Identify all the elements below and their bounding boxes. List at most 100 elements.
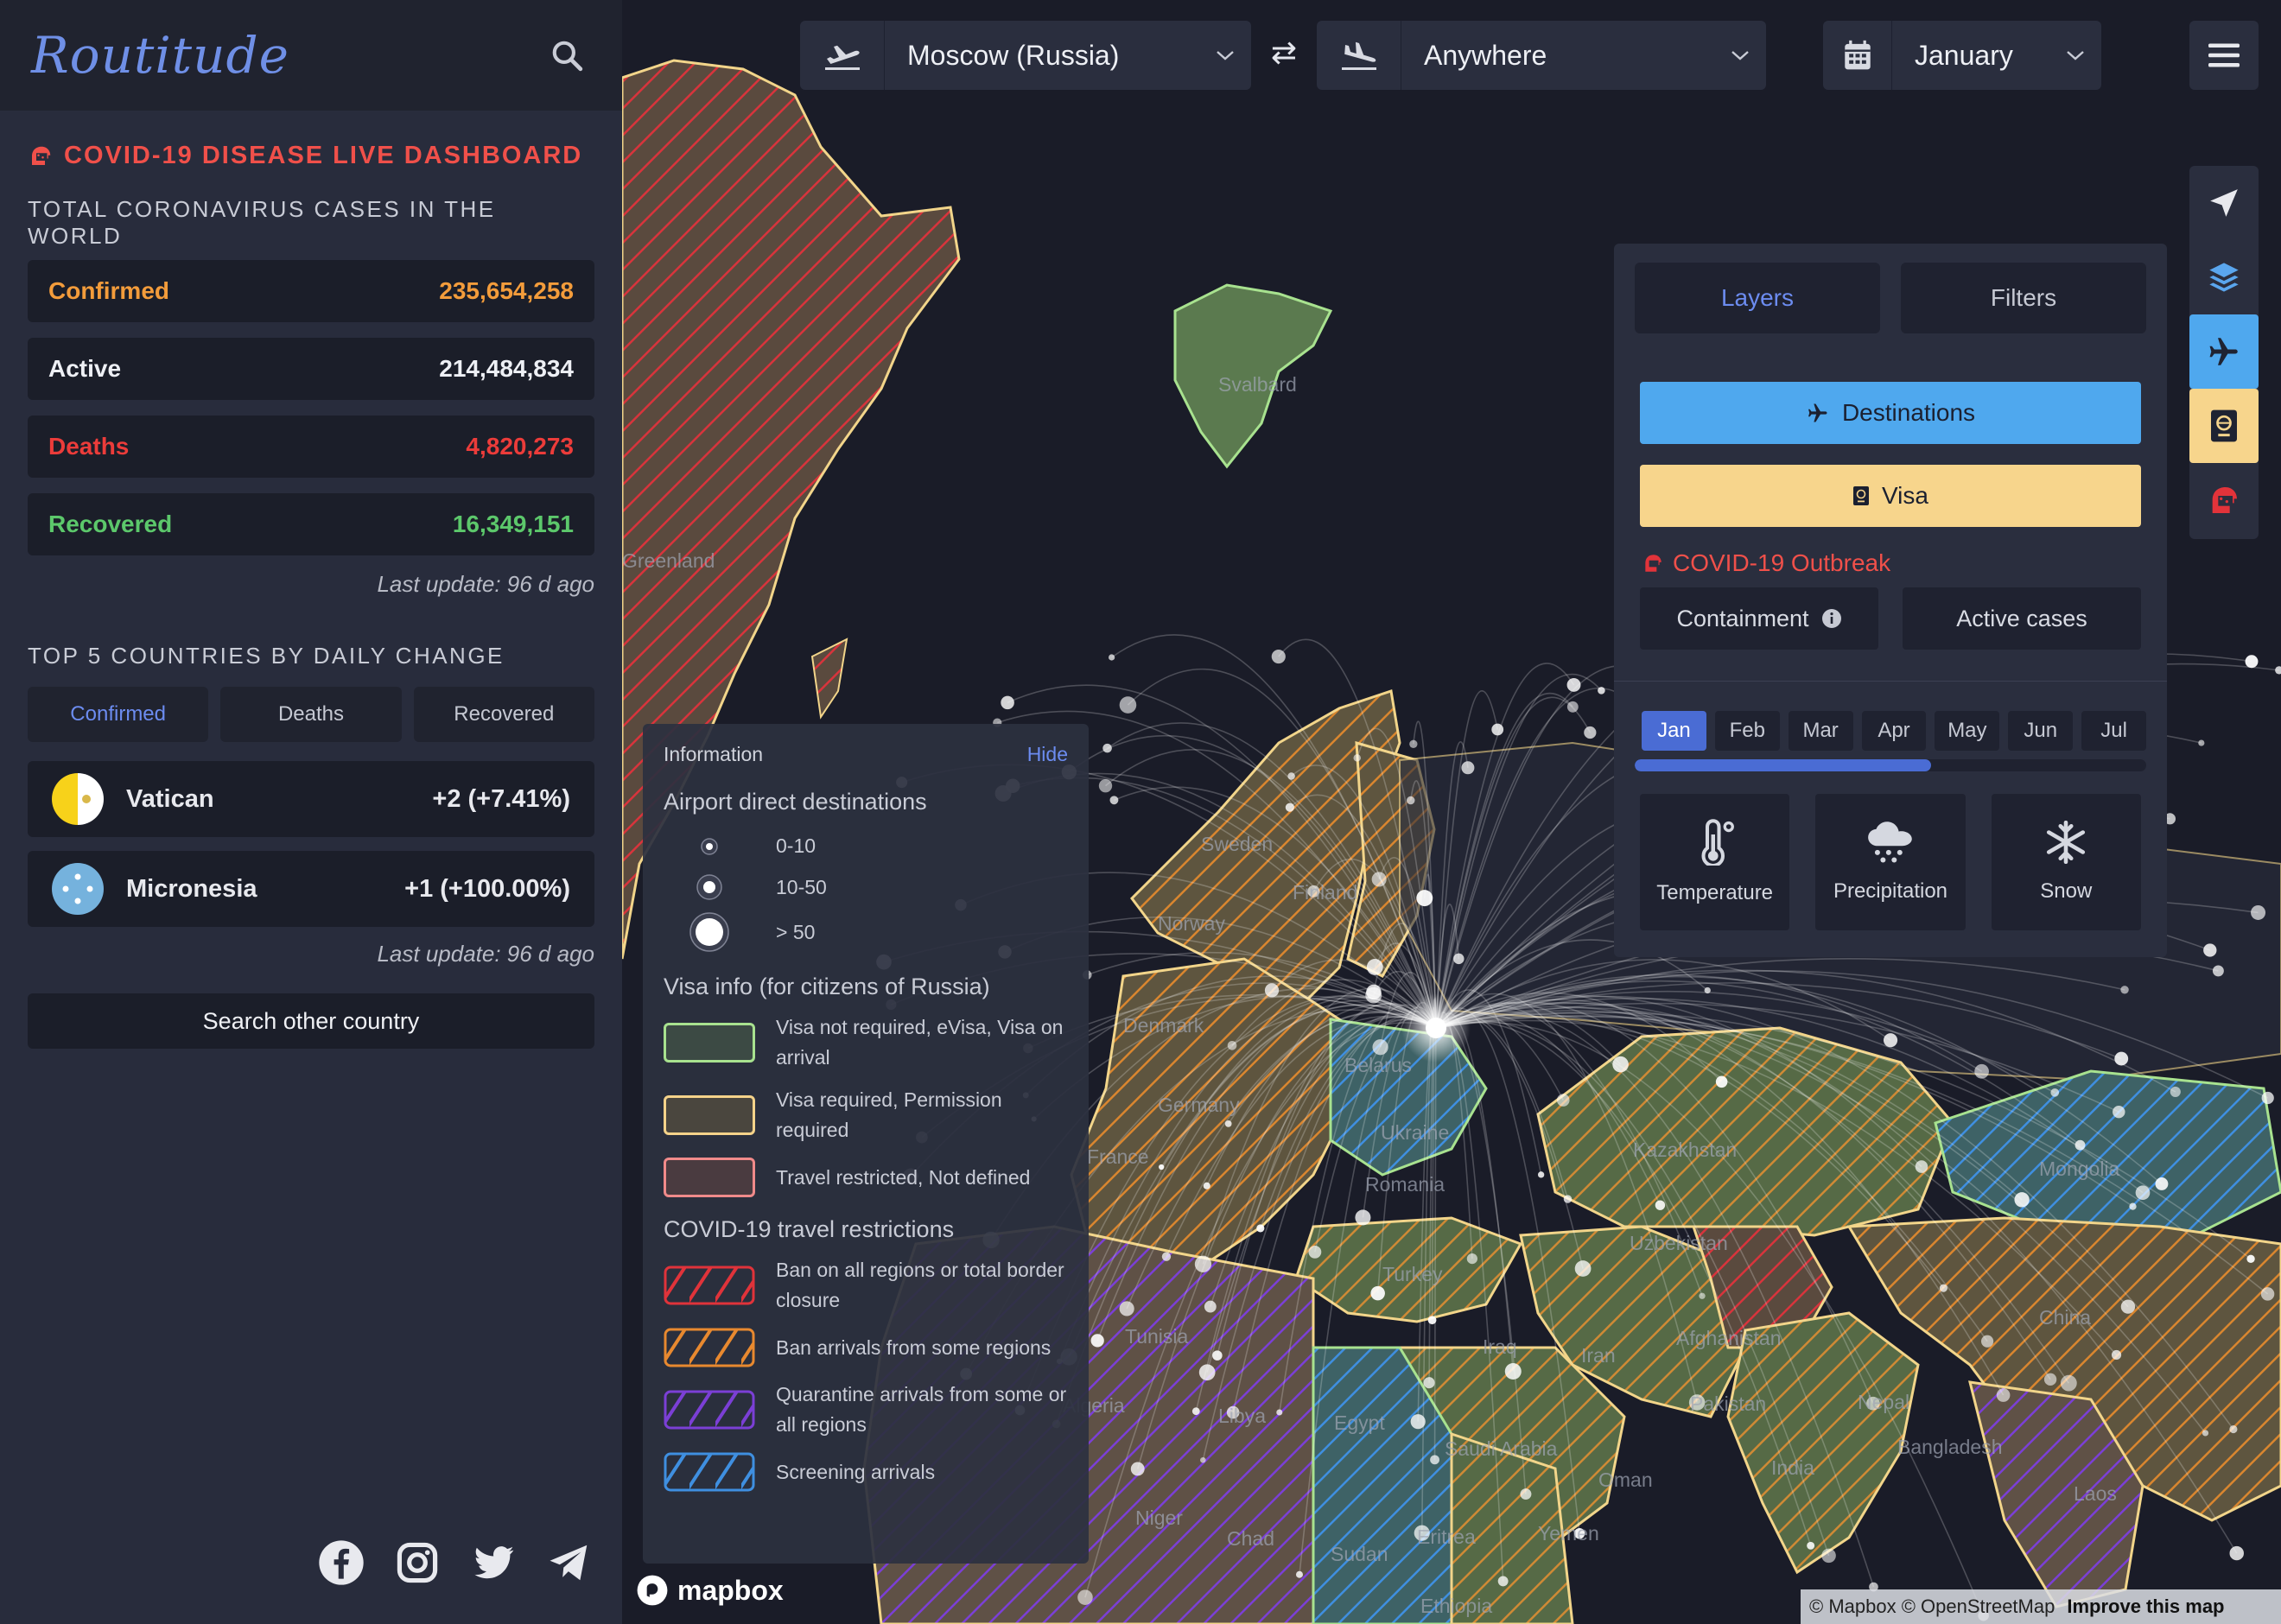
layers-button[interactable] xyxy=(2189,240,2259,314)
airport-dot xyxy=(2060,1374,2077,1392)
airport-dot xyxy=(1191,1407,1200,1416)
covid-layer-options: Containment Active cases xyxy=(1640,587,2141,650)
search-other-country-button[interactable]: Search other country xyxy=(28,993,594,1049)
info-icon[interactable] xyxy=(1821,608,1842,629)
locate-button[interactable] xyxy=(2189,166,2259,240)
airport-dot xyxy=(1915,1160,1928,1173)
last-update: Last update: 96 d ago xyxy=(377,571,594,597)
containment-button[interactable]: Containment xyxy=(1640,587,1878,650)
virus-head-icon xyxy=(1645,555,1662,572)
airport-dot xyxy=(1704,986,1711,994)
twitter-icon[interactable] xyxy=(468,1538,518,1588)
map-toolbar xyxy=(2189,166,2259,539)
divider xyxy=(1614,681,2167,682)
airport-dot xyxy=(1427,1316,1437,1325)
country-row[interactable]: Vatican +2 (+7.41%) xyxy=(28,761,594,837)
quarantine-swatch xyxy=(664,1390,755,1430)
map-label-afghanistan: Afghanistan xyxy=(1676,1327,1782,1349)
temperature-button[interactable]: Temperature xyxy=(1640,794,1790,930)
tab-deaths[interactable]: Deaths xyxy=(220,687,402,742)
airport-dot xyxy=(1109,654,1115,661)
top5-tabs: Confirmed Deaths Recovered xyxy=(28,687,594,742)
airport-dot xyxy=(1098,778,1113,793)
airport-dot xyxy=(2212,965,2224,977)
airport-dot xyxy=(2261,1091,2274,1105)
month-dropdown[interactable]: January xyxy=(1823,21,2101,90)
month-may[interactable]: May xyxy=(1935,711,2000,751)
month-jun[interactable]: Jun xyxy=(2008,711,2074,751)
info-title: Information xyxy=(664,743,764,765)
menu-button[interactable] xyxy=(2189,21,2259,90)
hide-link[interactable]: Hide xyxy=(1027,743,1068,766)
airport-dot xyxy=(1203,1182,1210,1189)
airport-dot xyxy=(1227,1040,1237,1050)
month-jul[interactable]: Jul xyxy=(2081,711,2147,751)
country-name: Vatican xyxy=(126,784,214,813)
precipitation-button[interactable]: Precipitation xyxy=(1815,794,1966,930)
country-change: +1 (+100.00%) xyxy=(404,874,570,903)
tab-confirmed[interactable]: Confirmed xyxy=(28,687,209,742)
travel-restricted-swatch xyxy=(664,1158,755,1197)
landing-icon xyxy=(1317,21,1401,90)
swap-button[interactable]: ⇄ xyxy=(1267,35,1301,76)
airport-dot xyxy=(2251,904,2266,920)
month-apr[interactable]: Apr xyxy=(1861,711,1927,751)
covid-dashboard-label: COVID-19 DISEASE LIVE DASHBOARD xyxy=(64,142,583,169)
total-cases-title: TOTAL CORONAVIRUS CASES IN THE WORLD xyxy=(28,196,496,249)
airport-dot xyxy=(1264,983,1280,998)
ban-all-swatch xyxy=(664,1266,755,1305)
visa-required-swatch xyxy=(664,1095,755,1135)
airport-dot xyxy=(2245,655,2259,669)
attribution-text[interactable]: © Mapbox © OpenStreetMap xyxy=(1809,1595,2055,1618)
app-logo[interactable]: Routitude xyxy=(31,26,289,85)
covid-toggle[interactable] xyxy=(2189,463,2259,537)
tab-layers[interactable]: Layers xyxy=(1635,263,1880,333)
month-jan[interactable]: Jan xyxy=(1642,711,1706,751)
map-label-china: China xyxy=(2039,1306,2092,1329)
map-label-india: India xyxy=(1771,1456,1814,1479)
instagram-icon[interactable] xyxy=(392,1538,442,1588)
virus-head-icon xyxy=(2212,487,2237,513)
map-label-denmark: Denmark xyxy=(1123,1014,1204,1037)
country-row[interactable]: Micronesia +1 (+100.00%) xyxy=(28,851,594,927)
airport-dot xyxy=(1271,649,1286,664)
map-label-germany: Germany xyxy=(1158,1094,1240,1116)
map-label-libya: Libya xyxy=(1218,1405,1266,1427)
month-feb[interactable]: Feb xyxy=(1714,711,1780,751)
snow-button[interactable]: Snow xyxy=(1991,794,2141,930)
map-label-bangladesh: Bangladesh xyxy=(1897,1436,2003,1458)
airport-dot xyxy=(1655,1200,1666,1210)
facebook-icon[interactable] xyxy=(316,1538,366,1588)
airport-dot xyxy=(1204,1300,1217,1313)
airport-dot xyxy=(1807,1541,1815,1550)
stat-recovered: Recovered 16,349,151 xyxy=(28,493,594,555)
month-scrollbar-thumb[interactable] xyxy=(1635,759,1932,771)
destinations-button[interactable]: Destinations xyxy=(1640,382,2141,444)
origin-airport-dot xyxy=(1426,1018,1446,1038)
passport-icon xyxy=(2211,409,2237,442)
airport-dot xyxy=(1566,677,1581,692)
month-mar[interactable]: Mar xyxy=(1788,711,1853,751)
tab-recovered[interactable]: Recovered xyxy=(413,687,594,742)
airport-dot xyxy=(1821,1548,1836,1564)
search-button[interactable] xyxy=(543,31,591,79)
visa-toggle[interactable] xyxy=(2189,389,2259,463)
month-scrollbar[interactable] xyxy=(1635,759,2146,771)
destination-dropdown[interactable]: Anywhere xyxy=(1317,21,1766,90)
social-links xyxy=(316,1538,594,1588)
visa-button[interactable]: Visa xyxy=(1640,465,2141,527)
airport-dot xyxy=(1161,1252,1172,1261)
airport-dot xyxy=(1466,1253,1477,1265)
mapbox-logo[interactable]: mapbox xyxy=(636,1574,784,1607)
destinations-toggle[interactable] xyxy=(2189,314,2259,389)
airport-dot xyxy=(1224,1120,1232,1127)
airport-dot xyxy=(1276,1409,1283,1416)
origin-dropdown[interactable]: Moscow (Russia) xyxy=(800,21,1251,90)
tab-filters[interactable]: Filters xyxy=(1901,263,2146,333)
last-update: Last update: 96 d ago xyxy=(377,941,594,967)
airport-dot xyxy=(1198,1364,1216,1381)
telegram-icon[interactable] xyxy=(544,1538,594,1588)
sidebar-header: Routitude xyxy=(0,0,622,111)
improve-map-link[interactable]: Improve this map xyxy=(2067,1595,2224,1618)
active-cases-button[interactable]: Active cases xyxy=(1903,587,2141,650)
